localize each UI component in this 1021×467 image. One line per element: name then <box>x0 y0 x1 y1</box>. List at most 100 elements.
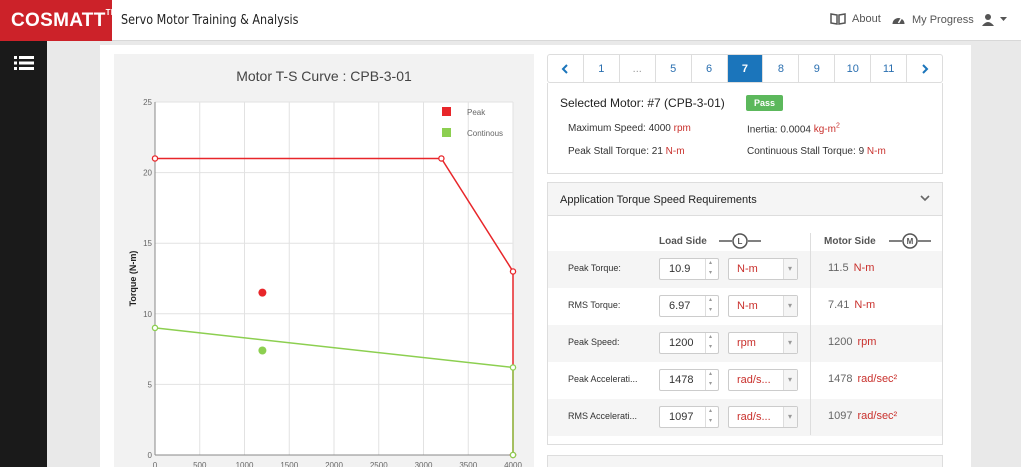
peak-speed-unit-select[interactable]: rpm <box>728 332 798 354</box>
chevron-down-icon[interactable] <box>920 195 930 202</box>
rms-torque-input[interactable]: 6.97 <box>659 295 719 317</box>
requirement-row: RMS Torque: 6.97 N-m 7.41N-m <box>548 288 942 325</box>
rms-acceleration-input[interactable]: 1097 <box>659 406 719 428</box>
requirements-header[interactable]: Application Torque Speed Requirements <box>548 183 942 216</box>
next-panel-header[interactable] <box>547 455 943 467</box>
user-icon <box>982 14 994 26</box>
about-link[interactable]: About <box>830 13 881 25</box>
legend-swatch-continous <box>442 128 451 137</box>
y-tick-label: 10 <box>143 310 152 319</box>
y-tick-label: 5 <box>148 380 153 389</box>
x-tick-label: 1500 <box>280 461 298 467</box>
pager-next-button[interactable] <box>907 55 942 82</box>
continuous-stall-unit: N-m <box>866 146 886 157</box>
motor-side-value: 7.41 N-m <box>828 299 876 311</box>
x-tick-label: 1000 <box>236 461 254 467</box>
y-axis-label: Torque (N-m) <box>128 251 138 307</box>
dashboard-icon <box>892 17 905 24</box>
operating-point-peak <box>258 288 267 297</box>
chevron-right-icon <box>921 63 928 74</box>
inertia-spec: Inertia: 0.0004 kg-m2 <box>747 123 840 135</box>
operating-point-continous <box>258 346 267 355</box>
pager-page-9[interactable]: 9 <box>799 55 836 82</box>
x-tick-label: 3000 <box>415 461 433 467</box>
pager-page-10[interactable]: 10 <box>835 55 872 82</box>
series-point-peak <box>509 268 517 275</box>
dropdown-arrow-icon <box>783 407 797 427</box>
spinner-icon[interactable] <box>705 259 718 279</box>
pager-page-7[interactable]: 7 <box>727 55 764 82</box>
requirement-row: Peak Torque: 10.9 N-m 11.5N-m <box>548 251 942 288</box>
selected-motor-title: Selected Motor: #7 (CPB-3-01) <box>560 96 725 110</box>
inertia-label: Inertia: <box>747 124 778 136</box>
motor-side-header: Motor Side <box>824 236 876 247</box>
peak-speed-input[interactable]: 1200 <box>659 332 719 354</box>
list-menu-icon[interactable] <box>14 56 34 70</box>
motor-side-icon: M <box>889 233 931 249</box>
spinner-icon[interactable] <box>705 333 718 353</box>
motor-side-value: 1478 rad/sec² <box>828 373 898 385</box>
pager-page-1[interactable]: 1 <box>584 55 620 82</box>
requirement-label: Peak Speed: <box>568 337 620 347</box>
user-menu[interactable] <box>982 13 1007 26</box>
legend-label-continous: Continous <box>467 129 503 138</box>
column-divider <box>810 233 811 435</box>
continuous-stall-label: Continuous Stall Torque: <box>747 146 856 157</box>
spinner-icon[interactable] <box>705 407 718 427</box>
pager-page-6[interactable]: 6 <box>692 55 728 82</box>
peak-acceleration-input[interactable]: 1478 <box>659 369 719 391</box>
selected-motor-panel: Selected Motor: #7 (CPB-3-01) Pass Maxim… <box>547 83 943 174</box>
caret-down-icon <box>1000 17 1007 21</box>
pager-page-11[interactable]: 11 <box>871 55 908 82</box>
requirement-label: RMS Torque: <box>568 300 621 310</box>
legend-label-peak: Peak <box>467 108 486 117</box>
max-speed-spec: Maximum Speed: 4000 rpm <box>568 123 691 134</box>
left-sidebar <box>0 41 47 467</box>
requirements-title: Application Torque Speed Requirements <box>560 194 757 206</box>
requirement-row: Peak Speed: 1200 rpm 1200rpm <box>548 325 942 362</box>
series-point-peak <box>151 155 159 162</box>
motor-pager: 1 ... 5 6 7 8 9 10 11 <box>547 54 943 83</box>
series-point-peak <box>438 155 445 162</box>
dropdown-arrow-icon <box>783 333 797 353</box>
series-point-continous <box>151 324 159 332</box>
rms-torque-unit-select[interactable]: N-m <box>728 295 798 317</box>
peak-stall-torque-spec: Peak Stall Torque: 21 N-m <box>568 146 685 157</box>
pager-page-8[interactable]: 8 <box>763 55 800 82</box>
max-speed-value: 4000 <box>648 123 671 134</box>
top-navbar: COSMATTTM Servo Motor Training & Analysi… <box>0 0 1021 41</box>
pager-prev-button[interactable] <box>548 55 584 82</box>
series-point-continous <box>509 364 517 371</box>
my-progress-link[interactable]: My Progress <box>891 13 974 26</box>
app-title: Servo Motor Training & Analysis <box>121 13 299 28</box>
load-side-icon: L <box>719 233 761 249</box>
requirement-label: Peak Torque: <box>568 263 621 273</box>
spinner-icon[interactable] <box>705 370 718 390</box>
spinner-icon[interactable] <box>705 296 718 316</box>
ts-curve-chart: 0 5 10 15 20 25 0 500 1000 1500 2000 2500 3000 3500 40… <box>128 98 522 467</box>
peak-acceleration-unit-select[interactable]: rad/s... <box>728 369 798 391</box>
chevron-left-icon <box>562 63 569 74</box>
y-tick-label: 20 <box>143 169 152 178</box>
about-label: About <box>852 13 881 25</box>
max-speed-label: Maximum Speed: <box>568 123 646 134</box>
cosmatt-logo[interactable]: COSMATTTM <box>0 0 117 41</box>
application-requirements-panel: Application Torque Speed Requirements Lo… <box>547 182 943 445</box>
y-tick-label: 15 <box>143 239 152 248</box>
x-tick-label: 4000 <box>504 461 522 467</box>
motor-side-value: 1200 rpm <box>828 336 877 348</box>
pager-ellipsis: ... <box>620 55 656 82</box>
legend-swatch-peak <box>442 107 451 116</box>
peak-torque-input[interactable]: 10.9 <box>659 258 719 280</box>
dropdown-arrow-icon <box>783 370 797 390</box>
x-tick-label: 3500 <box>459 461 477 467</box>
x-tick-label: 0 <box>153 461 158 467</box>
peak-stall-label: Peak Stall Torque: <box>568 146 649 157</box>
rms-acceleration-unit-select[interactable]: rad/s... <box>728 406 798 428</box>
peak-torque-unit-select[interactable]: N-m <box>728 258 798 280</box>
max-speed-unit: rpm <box>673 123 691 134</box>
my-progress-label: My Progress <box>912 13 974 26</box>
load-side-header: Load Side <box>659 236 707 247</box>
pager-page-5[interactable]: 5 <box>656 55 692 82</box>
y-tick-label: 0 <box>148 451 153 460</box>
